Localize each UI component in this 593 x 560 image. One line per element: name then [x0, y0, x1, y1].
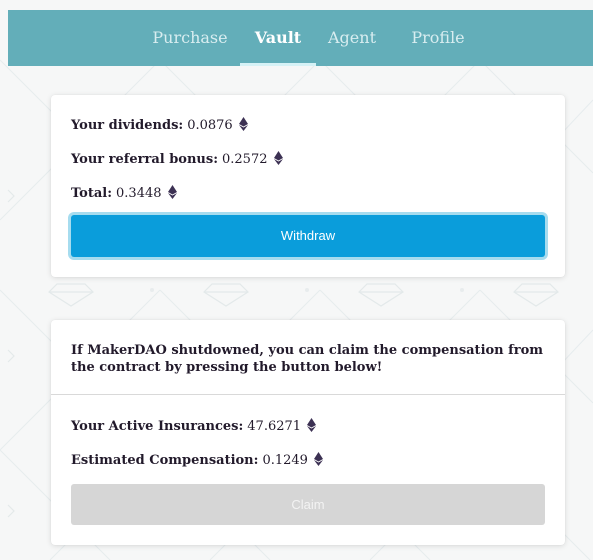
tab-profile[interactable]: Profile [406, 10, 470, 66]
dividends-label: Your dividends: [71, 118, 184, 133]
nav-tabs: Purchase Vault Agent Profile [8, 10, 593, 66]
dividends-row: Your dividends: 0.0876 [71, 116, 248, 136]
vault-card: Your dividends: 0.0876 Your referral bonu… [51, 95, 565, 277]
dividends-value: 0.0876 [187, 118, 233, 133]
top-navigation-bar: Purchase Vault Agent Profile [8, 10, 593, 66]
total-row: Total: 0.3448 [71, 184, 177, 204]
claim-button[interactable]: Claim [71, 484, 545, 525]
tab-agent[interactable]: Agent [321, 10, 383, 66]
referral-value: 0.2572 [222, 152, 268, 167]
ethereum-icon [238, 117, 248, 131]
tab-vault[interactable]: Vault [248, 10, 308, 66]
insurance-notice: If MakerDAO shutdowned, you can claim th… [71, 343, 544, 375]
active-insurances-row: Your Active Insurances: 47.6271 [71, 417, 317, 437]
referral-row: Your referral bonus: 0.2572 [71, 150, 283, 170]
insurance-card: If MakerDAO shutdowned, you can claim th… [51, 320, 565, 545]
card-divider [51, 394, 565, 395]
estimated-compensation-value: 0.1249 [262, 453, 308, 468]
ethereum-icon [273, 151, 283, 165]
estimated-compensation-row: Estimated Compensation: 0.1249 [71, 451, 323, 471]
tab-purchase[interactable]: Purchase [145, 10, 235, 66]
active-insurances-label: Your Active Insurances: [71, 419, 244, 434]
ethereum-icon [167, 185, 177, 199]
total-value: 0.3448 [116, 186, 162, 201]
estimated-compensation-label: Estimated Compensation: [71, 453, 259, 468]
total-label: Total: [71, 186, 113, 201]
referral-label: Your referral bonus: [71, 152, 218, 167]
withdraw-button[interactable]: Withdraw [71, 215, 545, 257]
ethereum-icon [313, 452, 323, 466]
ethereum-icon [307, 418, 317, 432]
active-insurances-value: 47.6271 [247, 419, 302, 434]
active-tab-indicator [240, 63, 316, 66]
